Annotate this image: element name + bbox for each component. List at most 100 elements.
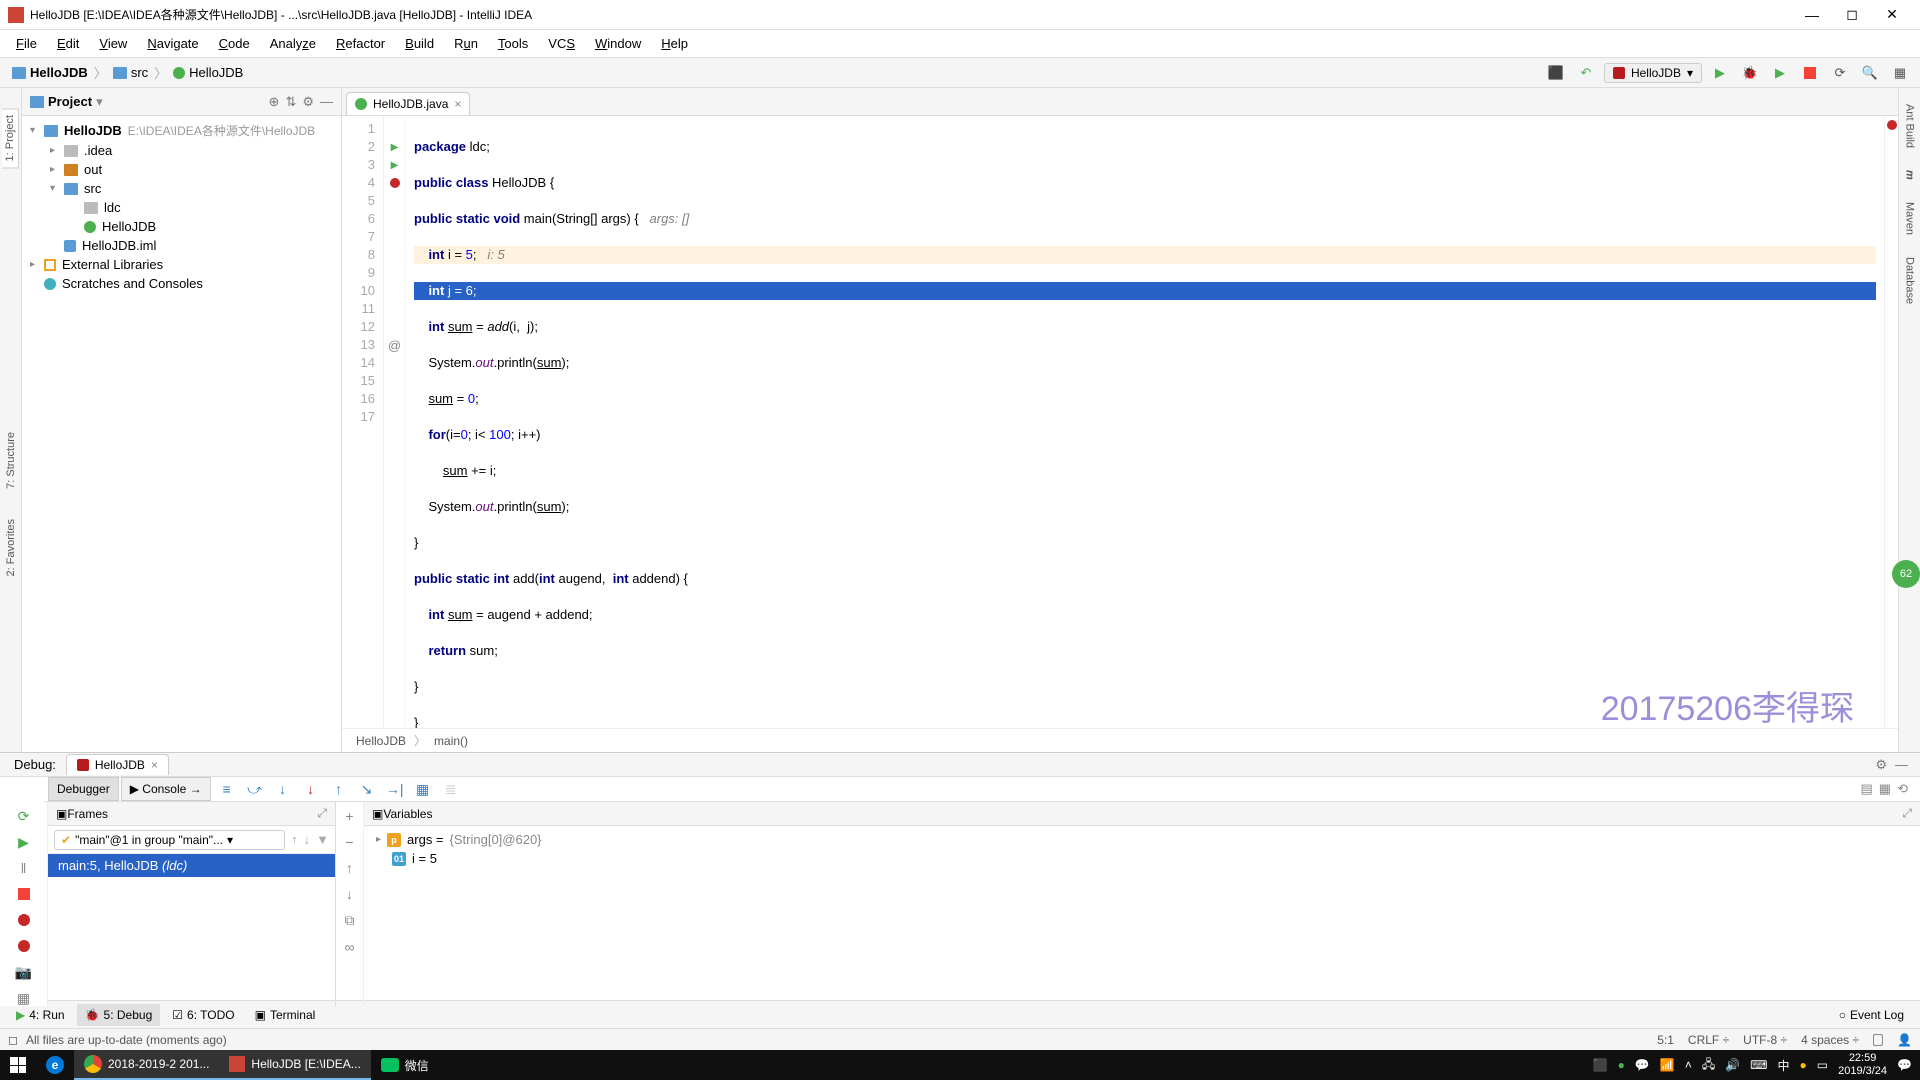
favorites-tool-tab[interactable]: 2: Favorites xyxy=(3,513,19,582)
menu-help[interactable]: Help xyxy=(651,32,698,55)
breadcrumb-src[interactable]: src xyxy=(109,65,152,80)
view-breakpoints-icon[interactable] xyxy=(16,912,32,928)
gear-icon[interactable]: ⚙ xyxy=(302,94,314,110)
taskbar-wechat[interactable]: 微信 xyxy=(371,1050,439,1080)
run-gutter-icon[interactable]: ▶ xyxy=(391,142,399,153)
breadcrumb-file[interactable]: HelloJDB xyxy=(169,65,247,80)
tree-hellojdb-class[interactable]: HelloJDB xyxy=(22,217,341,236)
step-out-icon[interactable]: ↑ xyxy=(327,777,351,801)
tree-src[interactable]: ▾src xyxy=(22,179,341,198)
taskbar-edge[interactable]: e xyxy=(36,1050,74,1080)
crumb-method[interactable]: main() xyxy=(434,734,468,748)
todo-tool-window[interactable]: ☑ 6: TODO xyxy=(164,1004,242,1026)
pause-button[interactable]: ‖ xyxy=(16,860,32,876)
minimize-button[interactable]: — xyxy=(1792,0,1832,30)
file-encoding[interactable]: UTF-8 ÷ xyxy=(1743,1033,1787,1047)
link-icon[interactable]: ∞ xyxy=(345,939,355,955)
coverage-button[interactable]: ▶ xyxy=(1768,61,1792,85)
structure-tool-tab[interactable]: 7: Structure xyxy=(3,426,19,495)
filter-icon[interactable]: ▼ xyxy=(316,832,329,847)
tray-ime[interactable]: 中 xyxy=(1778,1057,1790,1074)
hide-icon[interactable]: — xyxy=(320,94,333,110)
hide-icon[interactable]: — xyxy=(1895,757,1908,773)
copy-icon[interactable]: ⧉ xyxy=(345,912,355,929)
tray-up-icon[interactable]: ˄ xyxy=(1685,1058,1692,1072)
evaluate-icon[interactable]: ▦ xyxy=(411,777,435,801)
stop-button[interactable] xyxy=(1798,61,1822,85)
close-button[interactable]: ✕ xyxy=(1872,0,1912,30)
run-gutter-icon[interactable]: ▶ xyxy=(391,160,399,171)
inspections-icon[interactable]: 👤 xyxy=(1897,1033,1912,1047)
run-button[interactable]: ▶ xyxy=(1708,61,1732,85)
force-step-into-icon[interactable]: ↓ xyxy=(299,777,323,801)
trace-icon[interactable]: ≣ xyxy=(439,777,463,801)
add-icon[interactable]: + xyxy=(345,808,353,824)
tool-windows-icon[interactable]: ◻ xyxy=(8,1033,18,1047)
tray-icon[interactable]: ▭ xyxy=(1817,1058,1828,1072)
settings-button[interactable]: ▦ xyxy=(1888,61,1912,85)
nav-back-icon[interactable]: ↶ xyxy=(1574,61,1598,85)
menu-build[interactable]: Build xyxy=(395,32,444,55)
taskbar-clock[interactable]: 22:59 2019/3/24 xyxy=(1838,1052,1887,1078)
menu-refactor[interactable]: Refactor xyxy=(326,32,395,55)
breadcrumb-root[interactable]: HelloJDB xyxy=(8,65,92,80)
terminal-tool-window[interactable]: ▣ Terminal xyxy=(247,1004,324,1026)
line-separator[interactable]: CRLF ÷ xyxy=(1688,1033,1729,1047)
caret-position[interactable]: 5:1 xyxy=(1657,1033,1674,1047)
maximize-button[interactable]: ◻ xyxy=(1832,0,1872,30)
breakpoint-icon[interactable] xyxy=(390,178,400,188)
gear-icon[interactable]: ⚙ xyxy=(1875,757,1887,773)
step-into-icon[interactable]: ↓ xyxy=(271,777,295,801)
maven-tool-tab[interactable]: m xyxy=(1902,164,1918,186)
locate-icon[interactable]: ⊕ xyxy=(269,94,280,110)
indent-setting[interactable]: 4 spaces ÷ xyxy=(1801,1033,1859,1047)
close-icon[interactable]: × xyxy=(151,758,158,772)
resume-button[interactable]: ▶ xyxy=(16,834,32,850)
build-button[interactable]: ⬛ xyxy=(1544,61,1568,85)
tray-icon[interactable]: ● xyxy=(1618,1058,1625,1072)
debug-button[interactable]: 🐞 xyxy=(1738,61,1762,85)
stack-frame[interactable]: main:5, HelloJDB (ldc) xyxy=(48,854,335,877)
ant-tool-tab[interactable]: Ant Build xyxy=(1902,98,1918,154)
floating-ball[interactable]: 62 xyxy=(1892,560,1920,588)
project-view-dropdown[interactable]: ▾ xyxy=(96,94,103,110)
tray-icon[interactable]: ⬛ xyxy=(1593,1058,1608,1072)
run-config-selector[interactable]: HelloJDB ▾ xyxy=(1604,63,1702,83)
update-button[interactable]: ⟳ xyxy=(1828,61,1852,85)
tray-volume-icon[interactable]: 🔊 xyxy=(1725,1058,1740,1072)
restore-layout-icon[interactable]: ⟲ xyxy=(1897,781,1908,797)
run-tool-window[interactable]: ▶4: Run xyxy=(8,1004,73,1026)
crumb-class[interactable]: HelloJDB xyxy=(356,734,406,748)
step-over-icon[interactable]: ⤻ xyxy=(243,777,267,801)
variable-row[interactable]: 01i = 5 xyxy=(372,849,1912,868)
menu-run[interactable]: Run xyxy=(444,32,488,55)
error-stripe[interactable] xyxy=(1884,116,1898,728)
menu-analyze[interactable]: Analyze xyxy=(260,32,326,55)
tree-iml[interactable]: HelloJDB.iml xyxy=(22,236,341,255)
event-log[interactable]: ○ Event Log xyxy=(1831,1004,1912,1026)
search-button[interactable]: 🔍 xyxy=(1858,61,1882,85)
layout-icon2[interactable]: ▦ xyxy=(1879,781,1891,797)
database-tool-tab[interactable]: Database xyxy=(1902,251,1918,310)
tray-icon[interactable]: 💬 xyxy=(1635,1058,1650,1072)
override-icon[interactable]: @ xyxy=(388,338,401,353)
down-icon[interactable]: ↓ xyxy=(346,886,353,902)
tray-network-icon[interactable]: 🖧 xyxy=(1702,1055,1715,1076)
code-editor[interactable]: 1234567891011121314151617 ▶ ▶ @ package … xyxy=(342,116,1898,728)
drop-frame-icon[interactable]: ↘ xyxy=(355,777,379,801)
taskbar-chrome[interactable]: 2018-2019-2 201... xyxy=(74,1050,219,1080)
close-tab-icon[interactable]: × xyxy=(454,97,461,111)
prev-frame-icon[interactable]: ↑ xyxy=(291,832,298,847)
remove-icon[interactable]: − xyxy=(345,834,353,850)
thread-selector[interactable]: ✔ "main"@1 in group "main"... ▾ xyxy=(54,830,285,850)
tray-icon[interactable]: ● xyxy=(1800,1058,1807,1072)
debugger-tab[interactable]: Debugger xyxy=(48,777,119,801)
debug-tool-window[interactable]: 🐞 5: Debug xyxy=(77,1004,161,1026)
project-tool-tab[interactable]: 1: Project xyxy=(2,108,19,168)
up-icon[interactable]: ↑ xyxy=(346,860,353,876)
taskbar-intellij[interactable]: HelloJDB [E:\IDEA... xyxy=(219,1050,370,1080)
file-tab[interactable]: HelloJDB.java × xyxy=(346,92,470,115)
get-thread-dump-icon[interactable]: 📷 xyxy=(16,964,32,980)
code-content[interactable]: package ldc; public class HelloJDB { pub… xyxy=(406,116,1884,728)
tray-wifi-icon[interactable]: 📶 xyxy=(1660,1058,1675,1072)
